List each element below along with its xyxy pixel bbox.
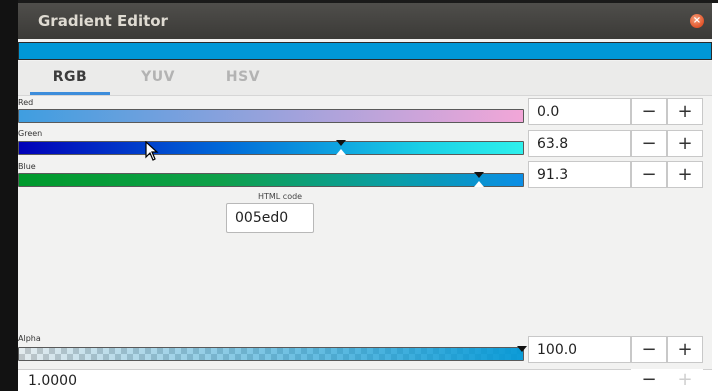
alpha-decrement-button[interactable]: − — [631, 336, 667, 363]
green-slider-thumb-top[interactable] — [336, 140, 346, 146]
color-model-tabs: RGB YUV HSV — [18, 61, 712, 96]
tab-rgb[interactable]: RGB — [35, 69, 105, 85]
red-increment-button[interactable]: + — [667, 98, 703, 125]
red-value-field[interactable]: 0.0 — [528, 98, 631, 125]
window-frame-left — [0, 0, 18, 391]
red-decrement-button[interactable]: − — [631, 98, 667, 125]
blue-increment-button[interactable]: + — [667, 161, 703, 188]
blue-value-field[interactable]: 91.3 — [528, 161, 631, 188]
position-decrement-button[interactable]: − — [631, 369, 667, 391]
gradient-preview[interactable] — [18, 42, 712, 60]
blue-label: Blue — [18, 162, 36, 171]
stop-position-field[interactable]: 1.0000 − + — [18, 369, 712, 391]
green-value-field[interactable]: 63.8 — [528, 130, 631, 157]
green-label: Green — [18, 129, 43, 138]
alpha-slider[interactable] — [18, 347, 524, 361]
blue-slider-thumb-bottom[interactable] — [474, 181, 484, 187]
green-decrement-button[interactable]: − — [631, 130, 667, 157]
html-code-input[interactable]: 005ed0 — [226, 203, 314, 233]
window-title: Gradient Editor — [38, 12, 168, 30]
blue-slider[interactable] — [18, 173, 524, 187]
close-icon[interactable]: × — [690, 14, 704, 28]
gradient-editor-window: Gradient Editor × RGB YUV HSV Red 0.0 − … — [18, 3, 712, 391]
alpha-value-field[interactable]: 100.0 — [528, 336, 631, 363]
blue-slider-thumb-top[interactable] — [474, 172, 484, 178]
green-increment-button[interactable]: + — [667, 130, 703, 157]
position-increment-button[interactable]: + — [667, 369, 703, 391]
title-bar[interactable]: Gradient Editor × — [18, 3, 712, 39]
html-code-label: HTML code — [258, 192, 303, 201]
mouse-cursor-icon — [145, 141, 159, 161]
tab-hsv[interactable]: HSV — [208, 69, 278, 85]
tab-yuv[interactable]: YUV — [123, 69, 193, 85]
green-slider[interactable] — [18, 141, 524, 155]
stop-position-value: 1.0000 — [28, 373, 77, 389]
red-label: Red — [18, 98, 34, 107]
blue-decrement-button[interactable]: − — [631, 161, 667, 188]
green-slider-thumb-bottom[interactable] — [336, 149, 346, 155]
alpha-slider-thumb[interactable] — [517, 346, 527, 352]
alpha-increment-button[interactable]: + — [667, 336, 703, 363]
active-tab-indicator — [30, 92, 110, 95]
alpha-label: Alpha — [18, 334, 41, 343]
red-slider[interactable] — [18, 109, 524, 123]
